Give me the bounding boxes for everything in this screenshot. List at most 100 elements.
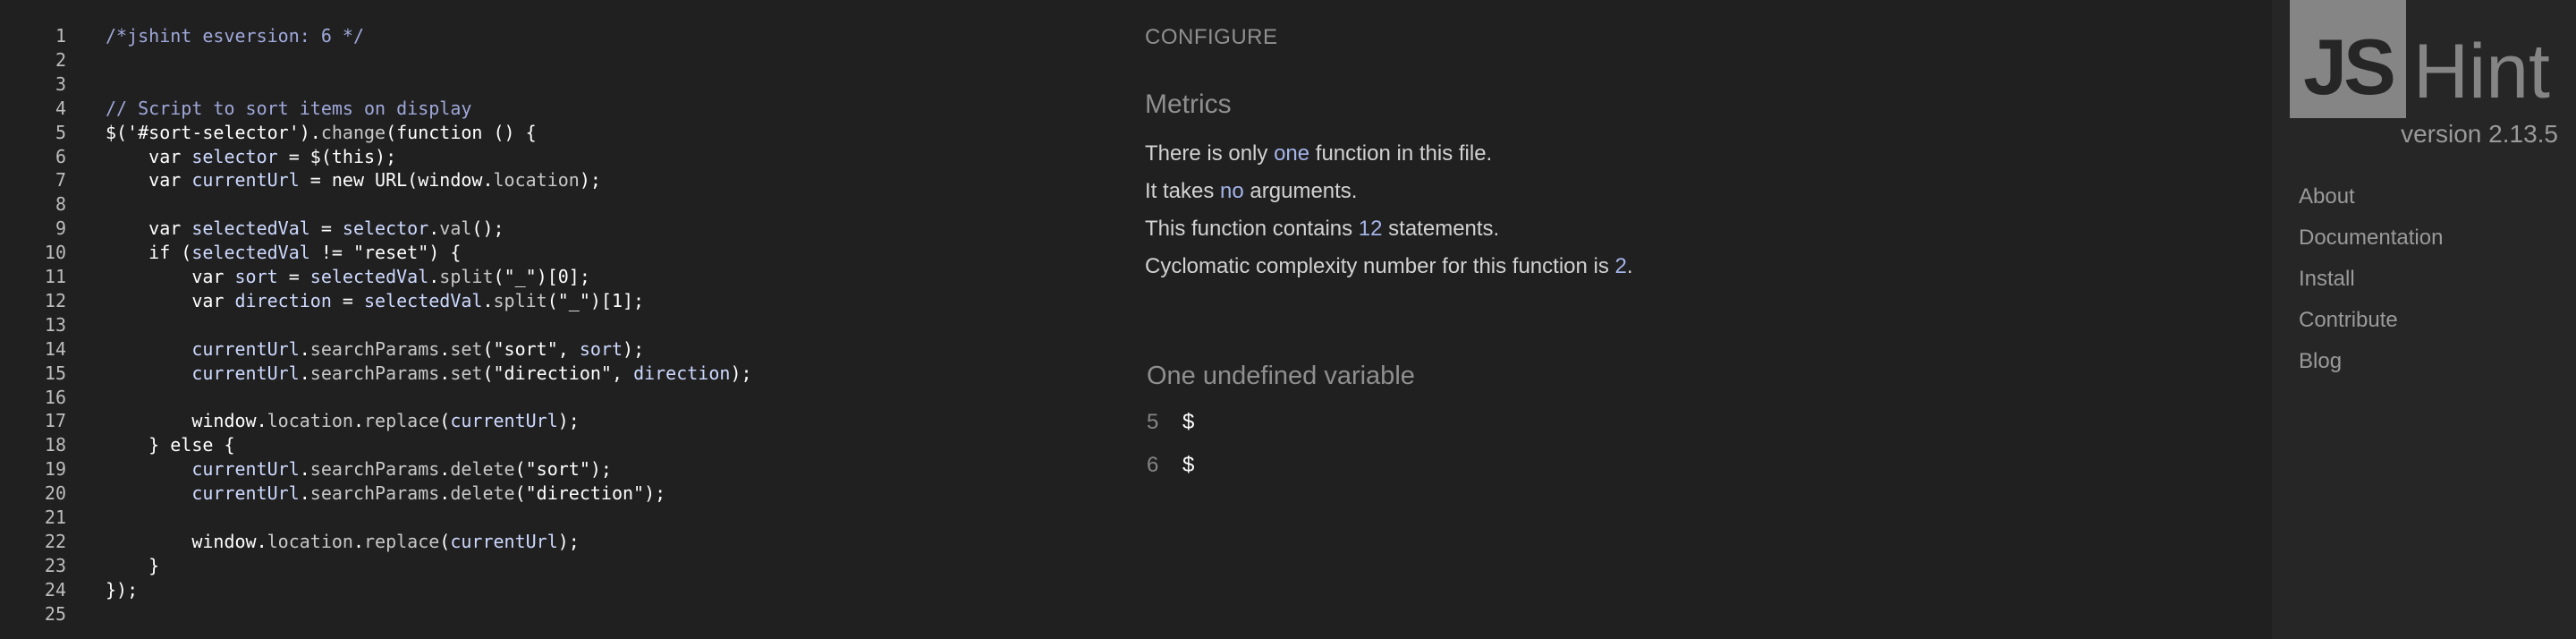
metric-value: 12 xyxy=(1358,217,1383,241)
nav-documentation[interactable]: Documentation xyxy=(2299,226,2443,251)
metric-text: It takes xyxy=(1145,179,1221,203)
code-text: var currentUrl = new URL(window.location… xyxy=(106,168,601,192)
code-token: split xyxy=(493,289,547,311)
code-token: . xyxy=(352,530,364,552)
code-line[interactable]: 6 var selector = $(this); xyxy=(0,145,1109,169)
code-token: searchParams xyxy=(309,482,440,505)
code-line[interactable]: 25 xyxy=(0,602,1109,626)
code-text: }); xyxy=(106,578,138,602)
line-number: 24 xyxy=(44,578,66,601)
code-line[interactable]: 20 currentUrl.searchParams.delete("direc… xyxy=(0,481,1109,506)
code-token: selectedVal xyxy=(191,217,310,240)
line-number: 5 xyxy=(55,121,66,143)
metric-function-count: There is only one function in this file. xyxy=(1145,141,1492,166)
metric-value: one xyxy=(1274,141,1310,166)
code-token: searchParams xyxy=(309,337,440,360)
code-token: direction xyxy=(633,362,731,384)
code-text: var selectedVal = selector.val(); xyxy=(106,217,504,241)
code-token: }); xyxy=(106,578,139,601)
code-text: /*jshint esversion: 6 */ xyxy=(106,24,364,48)
code-line[interactable]: 10 if (selectedVal != "reset") { xyxy=(0,241,1109,265)
code-token: var xyxy=(106,289,235,311)
logo-hint-text: Hint xyxy=(2413,29,2550,115)
metric-statements: This function contains 12 statements. xyxy=(1145,217,1499,242)
code-line[interactable]: 4 // Script to sort items on display xyxy=(0,97,1109,121)
line-number: 12 xyxy=(44,289,66,311)
undefined-variable-row[interactable]: 6 $ xyxy=(1147,453,1194,478)
code-token: selector xyxy=(191,145,278,167)
code-line[interactable]: 11 var sort = selectedVal.split("_")[0]; xyxy=(0,265,1109,289)
code-line[interactable]: 15 currentUrl.searchParams.set("directio… xyxy=(0,362,1109,386)
undefined-line-number: 6 xyxy=(1147,453,1159,477)
undefined-variable-name: $ xyxy=(1182,410,1195,434)
metric-text: statements. xyxy=(1382,217,1500,241)
code-line[interactable]: 8 xyxy=(0,192,1109,217)
code-token: . xyxy=(439,482,451,505)
code-editor[interactable]: 1 /*jshint esversion: 6 */2 3 4// Script to… xyxy=(0,0,1109,639)
code-token: = $( xyxy=(277,145,332,167)
metric-text: This function contains xyxy=(1145,217,1359,241)
metric-text: Cyclomatic complexity number for this fu… xyxy=(1145,254,1615,278)
code-line[interactable]: 12 var direction = selectedVal.split("_"… xyxy=(0,289,1109,313)
line-number: 21 xyxy=(44,507,66,528)
nav-contribute[interactable]: Contribute xyxy=(2299,308,2398,333)
code-token: delete xyxy=(450,482,515,505)
code-token: location xyxy=(267,530,353,552)
code-token: location xyxy=(267,410,353,432)
code-line[interactable]: 21 xyxy=(0,506,1109,530)
code-line[interactable]: 18 } else { xyxy=(0,433,1109,457)
jshint-logo[interactable]: JS Hint xyxy=(2290,0,2558,118)
code-token: , xyxy=(557,337,580,360)
logo-js-block: JS xyxy=(2290,0,2406,118)
code-text: var direction = selectedVal.split("_")[1… xyxy=(106,289,644,313)
nav-install[interactable]: Install xyxy=(2299,267,2355,292)
line-number: 14 xyxy=(44,337,66,360)
code-line[interactable]: 23 } xyxy=(0,554,1109,578)
code-line[interactable]: 5 $('#sort-selector').change(function () … xyxy=(0,121,1109,145)
code-token: URL(window. xyxy=(364,169,494,192)
nav-blog[interactable]: Blog xyxy=(2299,349,2342,374)
code-line[interactable]: 1 /*jshint esversion: 6 */ xyxy=(0,24,1109,48)
code-token: = xyxy=(309,217,343,240)
code-line[interactable]: 14 currentUrl.searchParams.set("sort", s… xyxy=(0,337,1109,362)
code-line[interactable]: 24}); xyxy=(0,578,1109,602)
code-token: ( xyxy=(514,482,526,505)
metric-cyclomatic-complexity: Cyclomatic complexity number for this fu… xyxy=(1145,254,1633,279)
code-token: ( xyxy=(547,289,558,311)
code-token: ( xyxy=(482,362,494,384)
line-number: 16 xyxy=(44,386,66,408)
code-line[interactable]: 22 window.location.replace(currentUrl); xyxy=(0,530,1109,554)
code-token: ) { xyxy=(428,242,462,264)
undefined-variables-title: One undefined variable xyxy=(1147,362,1415,390)
code-token: set xyxy=(450,337,483,360)
code-token: val xyxy=(439,217,472,240)
metrics-title: Metrics xyxy=(1145,89,1232,119)
code-line[interactable]: 3 xyxy=(0,72,1109,97)
code-text: currentUrl.searchParams.delete("sort"); xyxy=(106,457,612,481)
code-token: "_" xyxy=(504,266,537,287)
code-line[interactable]: 19 currentUrl.searchParams.delete("sort"… xyxy=(0,457,1109,481)
code-token: } xyxy=(106,434,171,456)
code-line[interactable]: 9 var selectedVal = selector.val(); xyxy=(0,217,1109,241)
code-token: delete xyxy=(450,458,515,481)
code-line[interactable]: 2 xyxy=(0,48,1109,72)
code-line[interactable]: 7 var currentUrl = new URL(window.locati… xyxy=(0,168,1109,192)
code-token: = xyxy=(331,289,364,311)
code-text: $('#sort-selector').change(function () { xyxy=(106,121,537,145)
code-line[interactable]: 17 window.location.replace(currentUrl); xyxy=(0,409,1109,433)
line-number: 1 xyxy=(55,25,66,47)
code-token: . xyxy=(428,266,440,287)
undefined-variable-row[interactable]: 5 $ xyxy=(1147,410,1194,435)
code-token: ( xyxy=(439,530,451,552)
nav-about[interactable]: About xyxy=(2299,184,2355,209)
code-line[interactable]: 16 xyxy=(0,386,1109,410)
code-token: selector xyxy=(342,217,429,240)
line-number: 11 xyxy=(44,266,66,287)
configure-link[interactable]: CONFIGURE xyxy=(1145,25,1278,50)
line-number: 4 xyxy=(55,97,66,119)
code-token: } xyxy=(106,554,160,576)
code-line[interactable]: 13 xyxy=(0,313,1109,337)
code-token: function xyxy=(396,121,483,143)
line-number: 9 xyxy=(55,217,66,240)
line-number: 6 xyxy=(55,145,66,167)
